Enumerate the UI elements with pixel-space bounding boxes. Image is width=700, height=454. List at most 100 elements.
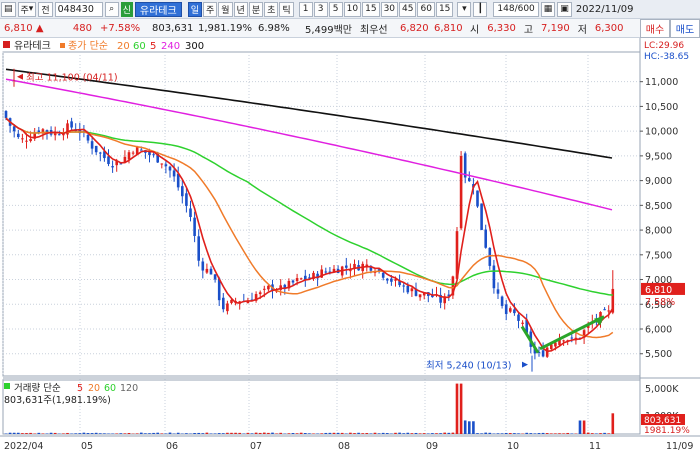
candle-body (119, 163, 123, 165)
volume-bar (103, 433, 106, 434)
candle-body (402, 285, 405, 287)
candle-body (58, 134, 61, 136)
volume-bar (537, 433, 541, 434)
candle-body (189, 208, 192, 218)
candle-body (4, 110, 8, 119)
volume-bar (353, 433, 356, 434)
candle-body (226, 303, 229, 312)
open-label: 시 (470, 24, 480, 36)
volume-bar (320, 433, 323, 434)
volume-bar (570, 433, 574, 434)
period-button-3[interactable]: 년 (233, 1, 248, 17)
minute-button-0[interactable]: 1 (298, 1, 313, 17)
candle-body (607, 310, 610, 312)
period-button-0[interactable]: 일 (187, 1, 202, 17)
price-tick-label: 10,500 (645, 102, 678, 113)
volume-bar (345, 433, 348, 434)
x-tick-label: 11 (589, 441, 601, 452)
volume-bar (226, 432, 229, 434)
lock-icon[interactable]: ▣ (557, 1, 572, 17)
minute-button-3[interactable]: 10 (343, 1, 362, 17)
volume-bar (176, 432, 180, 434)
volume-bar (222, 433, 225, 434)
price-legend: 유라테크 종가 단순 20 60 5 240 300 (3, 40, 204, 52)
price-tick-label: 8,500 (645, 201, 672, 212)
volume-bar (480, 433, 483, 434)
candle-body (107, 156, 110, 165)
volume-bar (603, 432, 606, 434)
volume-bar (504, 432, 508, 434)
current-price: 6,810 ▲ (4, 22, 44, 34)
candle-body (21, 138, 24, 140)
volume-bar (140, 432, 143, 434)
price-tick-label: 9,500 (645, 151, 672, 162)
candle-body (459, 156, 463, 229)
period-button-4[interactable]: 분 (248, 1, 264, 17)
candle-body (517, 314, 520, 321)
legend-ma-icon (60, 43, 65, 48)
volume-bar (17, 432, 20, 434)
volume-bar (361, 433, 364, 434)
volume-bar (201, 433, 205, 434)
period-button-1[interactable]: 주 (202, 1, 218, 17)
volume-bar (525, 432, 528, 434)
low-annotation: 최저 5,240 (10/13) (426, 361, 512, 372)
buy-button[interactable]: 매수 (640, 19, 670, 38)
volume-bar (29, 432, 32, 434)
price-tick-label: 10,000 (645, 127, 678, 138)
candle-body (70, 121, 73, 128)
candle-body (390, 278, 393, 282)
volume-bar (74, 433, 77, 434)
minute-button-2[interactable]: 5 (328, 1, 343, 17)
candle-body (386, 278, 389, 281)
menu-icon[interactable]: ▾ (457, 1, 472, 17)
stock-name[interactable]: 유라테크 (134, 1, 182, 17)
volume-bar (250, 433, 254, 434)
prev-button[interactable]: 전 (38, 1, 53, 17)
minute-button-1[interactable]: 3 (313, 1, 328, 17)
candle-body (381, 272, 385, 278)
volume-bar (591, 433, 594, 434)
legend-name: 유라테크 (14, 40, 51, 52)
minute-button-5[interactable]: 30 (380, 1, 399, 17)
volume-current-pct: 1981.19% (644, 426, 690, 436)
candle-body (410, 288, 414, 292)
data-counter[interactable]: 148/600 (493, 1, 539, 17)
volume-legend-ma20: 20 (88, 383, 100, 394)
volume-bar (94, 432, 98, 434)
candle-body (545, 347, 549, 357)
sell-button[interactable]: 매도 (670, 19, 700, 38)
minute-button-6[interactable]: 45 (399, 1, 417, 17)
candle-body (29, 139, 32, 142)
change-percent: +7.58% (100, 22, 141, 34)
stock-code-input[interactable]: 048430 (54, 1, 103, 17)
volume-bar (398, 432, 401, 434)
candle-body (193, 217, 196, 236)
search-icon[interactable]: ⌕ (104, 1, 119, 17)
candle-body (168, 166, 172, 171)
candle-body (17, 133, 20, 138)
volume-bar (402, 433, 405, 434)
volume-bar (509, 433, 512, 434)
candle-body (295, 278, 299, 282)
tick-icon[interactable]: ┃ (473, 1, 488, 17)
candle-body (488, 247, 492, 266)
candle-body (500, 296, 504, 306)
period-button-6[interactable]: 틱 (279, 1, 294, 17)
price-chart[interactable]: 유라테크 종가 단순 20 60 5 240 300 LC:29.96HC:-3… (0, 38, 700, 454)
volume-bar (488, 432, 492, 434)
market-select[interactable]: 주 ▾ (17, 1, 37, 17)
minute-button-7[interactable]: 60 (417, 1, 435, 17)
minute-button-4[interactable]: 15 (362, 1, 380, 17)
period-button-2[interactable]: 월 (218, 1, 233, 17)
volume-bar (168, 432, 172, 434)
date-display[interactable]: 2022/11/09 (574, 4, 636, 15)
grid-icon[interactable]: ▦ (540, 1, 556, 17)
chart-toggle-icon[interactable]: ▤ (1, 1, 16, 17)
minute-button-8[interactable]: 15 (435, 1, 454, 17)
volume-legend-icon (4, 383, 10, 389)
volume-bar (234, 432, 237, 434)
volume-bar (197, 432, 200, 434)
period-button-5[interactable]: 초 (264, 1, 279, 17)
candle-body (164, 164, 168, 167)
